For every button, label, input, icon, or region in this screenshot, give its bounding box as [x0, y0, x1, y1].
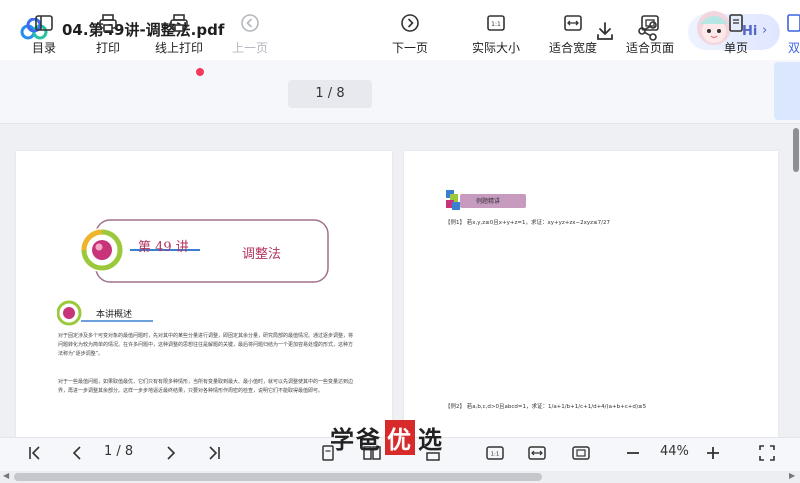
scroll-left-icon[interactable]: ◀: [3, 471, 9, 480]
example-2: 【例2】 若a,b,c,d>0且abcd=1，求证：1/a+1/b+1/c+1/…: [445, 404, 647, 410]
svg-text:1:1: 1:1: [491, 452, 500, 458]
chevron-left-icon: [72, 446, 81, 460]
online-print-icon: [170, 14, 188, 32]
fit-page-icon: [572, 446, 590, 460]
zoom-in-button[interactable]: [702, 442, 724, 464]
section-title: 本讲概述: [96, 310, 133, 320]
minus-icon: [627, 452, 639, 454]
chevron-right-icon: [167, 446, 176, 460]
next-page-icon: [401, 14, 419, 32]
toolbar-toc-button[interactable]: 目录: [26, 0, 62, 64]
page-indicator[interactable]: 1 / 8: [288, 80, 372, 108]
fit-page-button[interactable]: [570, 442, 592, 464]
fullscreen-icon: [759, 445, 775, 461]
next-page-button[interactable]: [160, 442, 182, 464]
toolbar-label: 适合页面: [625, 41, 674, 55]
actual-size-icon: 1:1: [486, 446, 504, 460]
printer-icon: [99, 14, 117, 32]
lesson-number: 第 49 讲: [138, 240, 189, 255]
first-page-icon: [29, 446, 40, 460]
last-page-button[interactable]: [203, 442, 225, 464]
actual-size-button[interactable]: 1:1: [484, 442, 506, 464]
actual-size-icon: 1:1: [487, 15, 505, 31]
lesson-banner: [80, 219, 329, 283]
toolbar-prev-page-button[interactable]: 上一页: [228, 0, 272, 64]
active-tool-highlight: [774, 62, 800, 120]
scroll-right-icon[interactable]: ▶: [789, 471, 795, 480]
zoom-level[interactable]: 44%: [660, 444, 689, 459]
notification-dot: [196, 68, 204, 76]
example-1: 【例1】 若x,y,z≥0且x+y+z=1，求证：xy+yz+zx−2xyz≤7…: [445, 220, 610, 226]
watermark-text: 学爸: [330, 426, 382, 454]
bottom-page-indicator[interactable]: 1 / 8: [104, 444, 133, 459]
chevron-right-icon: ›: [762, 23, 768, 38]
toolbar-label: 双: [788, 41, 800, 55]
fit-width-icon: [528, 446, 546, 460]
paragraph: 对于固定涉及多个可变对象的最值问题时，先对其中的某些分量进行调整，即固定其余分量…: [58, 333, 354, 357]
watermark-highlight: 优: [385, 420, 415, 455]
toolbar-label: 上一页: [231, 41, 268, 55]
toolbar-double-page-button[interactable]: 双: [780, 0, 800, 64]
paragraph: 对于一些最值问题，如果取值最优，它们只有有限多种情形，当所有变量取到最大、最小值…: [58, 379, 354, 394]
fullscreen-button[interactable]: [756, 442, 778, 464]
toolbar-print-button[interactable]: 打印: [90, 0, 126, 64]
watermark: 学爸优选: [330, 420, 444, 455]
toolbar-label: 实际大小: [471, 41, 520, 55]
toolbar-next-page-button[interactable]: 下一页: [388, 0, 432, 64]
zoom-out-button[interactable]: [622, 442, 644, 464]
single-page-icon: [729, 14, 743, 32]
svg-text:1:1: 1:1: [491, 21, 501, 28]
watermark-text: 选: [418, 426, 444, 454]
horizontal-scroll-thumb[interactable]: [14, 473, 542, 481]
prev-page-button[interactable]: [66, 442, 88, 464]
lesson-name: 调整法: [242, 247, 282, 262]
example-badge-label: 例题精讲: [476, 198, 501, 205]
fit-width-button[interactable]: [526, 442, 548, 464]
toolbar-label: 单页: [723, 41, 748, 55]
prev-page-icon: [241, 14, 259, 32]
toolbar-fit-page-button[interactable]: 适合页面: [622, 0, 678, 64]
toc-icon: [35, 15, 53, 31]
fit-page-icon: [641, 15, 659, 31]
double-page-icon: [787, 14, 800, 32]
toolbar-label: 下一页: [391, 41, 428, 55]
vertical-scroll-thumb[interactable]: [793, 128, 799, 172]
toolbar: [0, 60, 800, 124]
toolbar-online-print-button[interactable]: 线上打印: [150, 0, 208, 64]
toolbar-label: 适合宽度: [548, 41, 597, 55]
toolbar-label: 线上打印: [154, 41, 203, 55]
toolbar-actual-size-button[interactable]: 1:1 实际大小: [468, 0, 524, 64]
toolbar-single-page-button[interactable]: 单页: [718, 0, 754, 64]
toolbar-label: 打印: [95, 41, 120, 55]
toolbar-fit-width-button[interactable]: 适合宽度: [545, 0, 601, 64]
last-page-icon: [209, 446, 220, 460]
plus-icon: [707, 447, 719, 459]
toolbar-label: 目录: [31, 41, 56, 55]
first-page-button[interactable]: [24, 442, 46, 464]
fit-width-icon: [564, 15, 582, 31]
